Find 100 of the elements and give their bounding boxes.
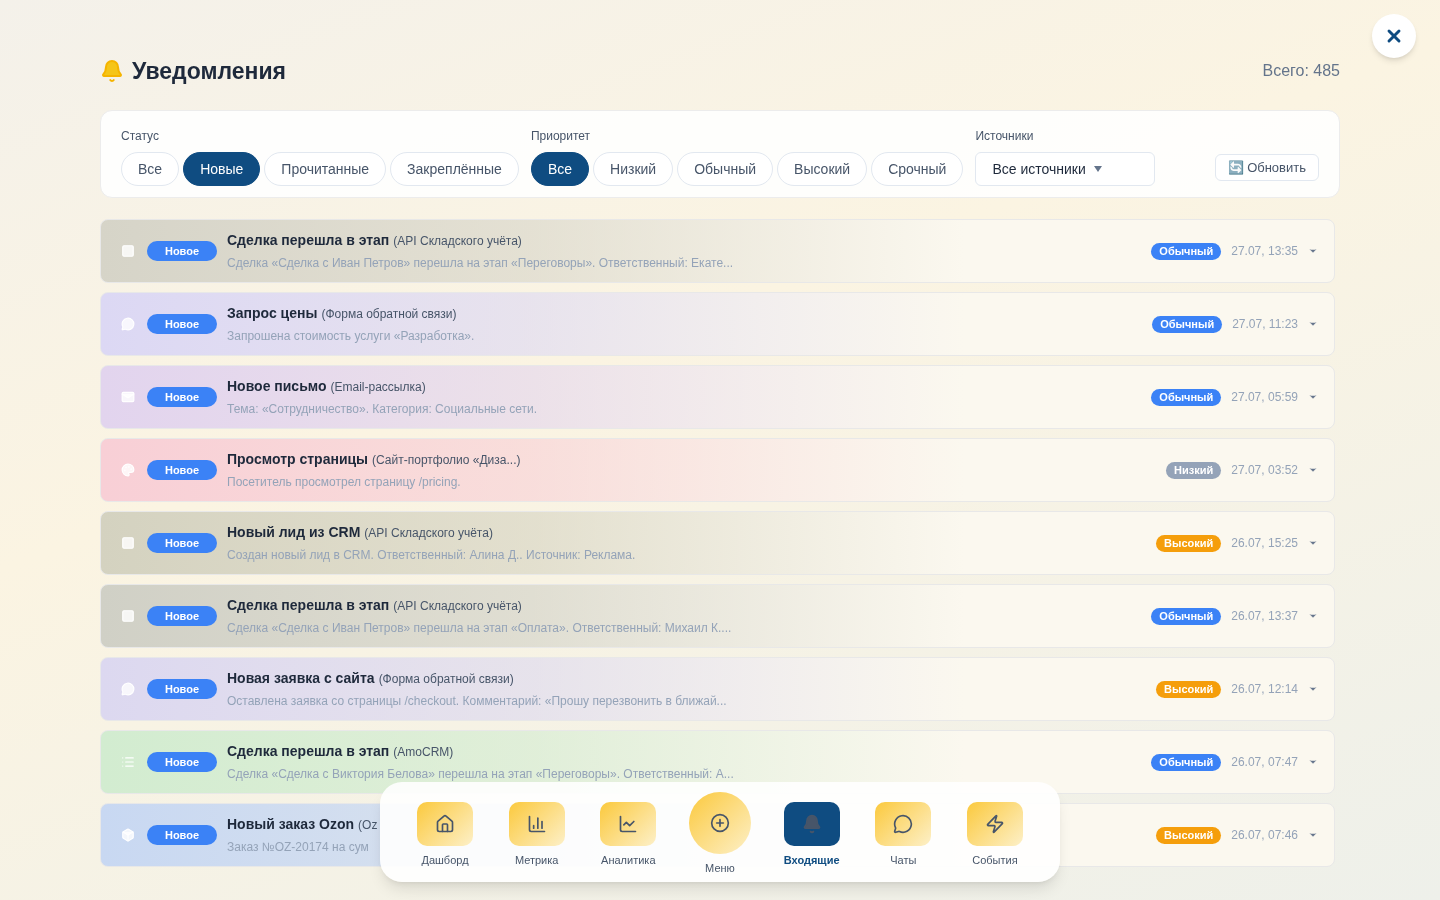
filter-chip[interactable]: Высокий bbox=[777, 152, 868, 186]
bell-icon bbox=[801, 814, 822, 834]
expand-button[interactable] bbox=[1308, 319, 1318, 329]
filter-chip[interactable]: Все bbox=[121, 152, 180, 186]
priority-badge: Обычный bbox=[1151, 607, 1222, 625]
status-badge: Новое bbox=[147, 533, 217, 553]
status-badge: Новое bbox=[147, 314, 217, 334]
notification-row[interactable]: Новое Сделка перешла в этап (API Складского учёта) Сделка «Сделка с Иван Петров» перешла на этап «Переговоры». Ответственный: Екате... Обычный 27.07, 13:35 bbox=[100, 219, 1335, 283]
notification-source: (Форма обратной связи) bbox=[321, 306, 457, 323]
filter-label: Статус bbox=[121, 128, 160, 145]
expand-button[interactable] bbox=[1308, 392, 1318, 402]
notification-row[interactable]: Новое Новое письмо (Email-рассылка) Тема: «Сотрудничество». Категория: Социальные сети. Обычный 27.07, 05:59 bbox=[100, 365, 1335, 429]
status-badge: Новое bbox=[147, 606, 217, 626]
notification-title: Сделка перешла в этап bbox=[227, 596, 390, 615]
notification-title: Новый заказ Ozon bbox=[227, 815, 355, 834]
expand-button[interactable] bbox=[1308, 538, 1318, 548]
plus-icon bbox=[709, 813, 730, 833]
notification-time: 26.07, 13:37 bbox=[1231, 608, 1298, 625]
notification-text: Тема: «Сотрудничество». Категория: Социальные сети. bbox=[227, 401, 537, 418]
notification-title: Новое письмо bbox=[227, 377, 327, 396]
expand-button[interactable] bbox=[1308, 684, 1318, 694]
notification-text: Запрошена стоимость услуги «Разработка». bbox=[227, 328, 475, 345]
chat-bubble-icon bbox=[893, 814, 914, 834]
notification-text: Сделка «Сделка с Виктория Белова» перешла на этап «Переговоры». Ответственный: А... bbox=[227, 766, 734, 783]
notification-time: 27.07, 11:23 bbox=[1232, 316, 1298, 333]
page-title: Уведомления bbox=[132, 56, 286, 86]
notification-row[interactable]: Новое Новая заявка с сайта (Форма обратной связи) Оставлена заявка со страницы /checkout. Комментарий: «Прошу перезвонить в ближай... Высокий 26.07, 12:14 bbox=[100, 657, 1335, 721]
chat-bubble-icon bbox=[121, 317, 135, 331]
notification-time: 26.07, 07:46 bbox=[1231, 827, 1298, 844]
lightning-icon bbox=[984, 814, 1005, 834]
bar-chart-icon bbox=[526, 814, 547, 834]
total-count: Всего: 485 bbox=[1262, 61, 1340, 81]
notification-source: (Oz bbox=[358, 817, 378, 834]
notification-text: Создан новый лид в CRM. Ответственный: Алина Д.. Источник: Реклама. bbox=[227, 547, 636, 564]
filter-chip[interactable]: Обычный bbox=[677, 152, 774, 186]
square-icon bbox=[121, 244, 135, 258]
notification-time: 26.07, 07:47 bbox=[1231, 754, 1298, 771]
priority-badge: Обычный bbox=[1151, 388, 1222, 406]
bell-icon bbox=[100, 59, 124, 83]
expand-button[interactable] bbox=[1308, 246, 1318, 256]
notification-time: 27.07, 13:35 bbox=[1231, 243, 1298, 260]
notification-text: Сделка «Сделка с Иван Петров» перешла на этап «Переговоры». Ответственный: Екате... bbox=[227, 255, 734, 272]
filter-label: Источники bbox=[975, 128, 1035, 145]
notification-source: (Email-рассылка) bbox=[330, 379, 426, 396]
notification-time: 26.07, 12:14 bbox=[1231, 681, 1298, 698]
status-badge: Новое bbox=[147, 679, 217, 699]
status-badge: Новое bbox=[147, 387, 217, 407]
expand-button[interactable] bbox=[1308, 465, 1318, 475]
expand-button[interactable] bbox=[1308, 757, 1318, 767]
status-badge: Новое bbox=[147, 752, 217, 772]
notification-title: Запрос цены bbox=[227, 304, 318, 323]
envelope-icon bbox=[121, 390, 135, 404]
notification-source: (Форма обратной связи) bbox=[378, 671, 514, 688]
filter-chip[interactable]: Новые bbox=[183, 152, 261, 186]
notification-time: 27.07, 05:59 bbox=[1231, 389, 1298, 406]
notification-row[interactable]: Новое Просмотр страницы (Сайт-портфолио «Диза...) Посетитель просмотрел страницу /pricing. Низкий 27.07, 03:52 bbox=[100, 438, 1335, 502]
notification-source: (API Складского учёта) bbox=[364, 525, 493, 542]
sources-dropdown[interactable]: Все источники bbox=[975, 152, 1156, 186]
priority-badge: Обычный bbox=[1151, 242, 1222, 260]
filter-chip[interactable]: Низкий bbox=[593, 152, 674, 186]
caret-icon bbox=[1093, 166, 1102, 172]
notification-source: (AmoCRM) bbox=[393, 744, 454, 761]
priority-badge: Обычный bbox=[1152, 315, 1223, 333]
priority-badge: Высокий bbox=[1156, 534, 1222, 552]
close-button[interactable] bbox=[1372, 14, 1416, 58]
square-icon bbox=[121, 536, 135, 550]
notification-row[interactable]: Новое Сделка перешла в этап (API Складского учёта) Сделка «Сделка с Иван Петров» перешла на этап «Оплата». Ответственный: Михаил К.... Обычный 26.07, 13:37 bbox=[100, 584, 1335, 648]
status-badge: Новое bbox=[147, 460, 217, 480]
filter-chip[interactable]: Все bbox=[530, 152, 590, 186]
notification-row[interactable]: Новое Запрос цены (Форма обратной связи) Запрошена стоимость услуги «Разработка». Обычный 27.07, 11:23 bbox=[100, 292, 1335, 356]
notification-time: 26.07, 15:25 bbox=[1231, 535, 1298, 552]
notification-source: (API Складского учёта) bbox=[393, 598, 522, 615]
notification-source: (API Складского учёта) bbox=[393, 233, 522, 250]
filter-chip[interactable]: Срочный bbox=[871, 152, 964, 186]
notification-row[interactable]: Новое Сделка перешла в этап (AmoCRM) Сделка «Сделка с Виктория Белова» перешла на этап «Переговоры». Ответственный: А... Обычный 26.07, 07:47 bbox=[100, 730, 1335, 794]
notification-title: Сделка перешла в этап bbox=[227, 742, 390, 761]
list-icon bbox=[121, 755, 135, 769]
line-chart-icon bbox=[618, 814, 639, 834]
expand-button[interactable] bbox=[1308, 611, 1318, 621]
notification-title: Просмотр страницы bbox=[227, 450, 369, 469]
notification-source: (Сайт-портфолио «Диза...) bbox=[372, 452, 521, 469]
notification-title: Новая заявка с сайта bbox=[227, 669, 375, 688]
notification-text: Заказ №OZ-20174 на сум bbox=[227, 839, 370, 856]
expand-button[interactable] bbox=[1308, 830, 1318, 840]
status-badge: Новое bbox=[147, 825, 217, 845]
chat-bubble-icon bbox=[121, 682, 135, 696]
filter-label: Приоритет bbox=[530, 128, 592, 145]
home-icon bbox=[435, 814, 455, 834]
palette-icon bbox=[121, 463, 135, 477]
refresh-button[interactable]: 🔄 Обновить bbox=[1214, 154, 1319, 181]
notification-row[interactable]: Новое Новый лид из CRM (API Складского учёта) Создан новый лид в CRM. Ответственный: Алина Д.. Источник: Реклама. Высокий 26.07, 15:25 bbox=[100, 511, 1335, 575]
priority-badge: Высокий bbox=[1156, 826, 1222, 844]
filter-chip[interactable]: Закреплённые bbox=[390, 152, 519, 186]
filter-chip[interactable]: Прочитанные bbox=[264, 152, 387, 186]
priority-badge: Высокий bbox=[1156, 680, 1222, 698]
notification-time: 27.07, 03:52 bbox=[1231, 462, 1298, 479]
notification-title: Сделка перешла в этап bbox=[227, 231, 390, 250]
notification-title: Новый лид из CRM bbox=[227, 523, 361, 542]
notification-text: Посетитель просмотрел страницу /pricing. bbox=[227, 474, 462, 491]
priority-badge: Низкий bbox=[1166, 461, 1222, 479]
